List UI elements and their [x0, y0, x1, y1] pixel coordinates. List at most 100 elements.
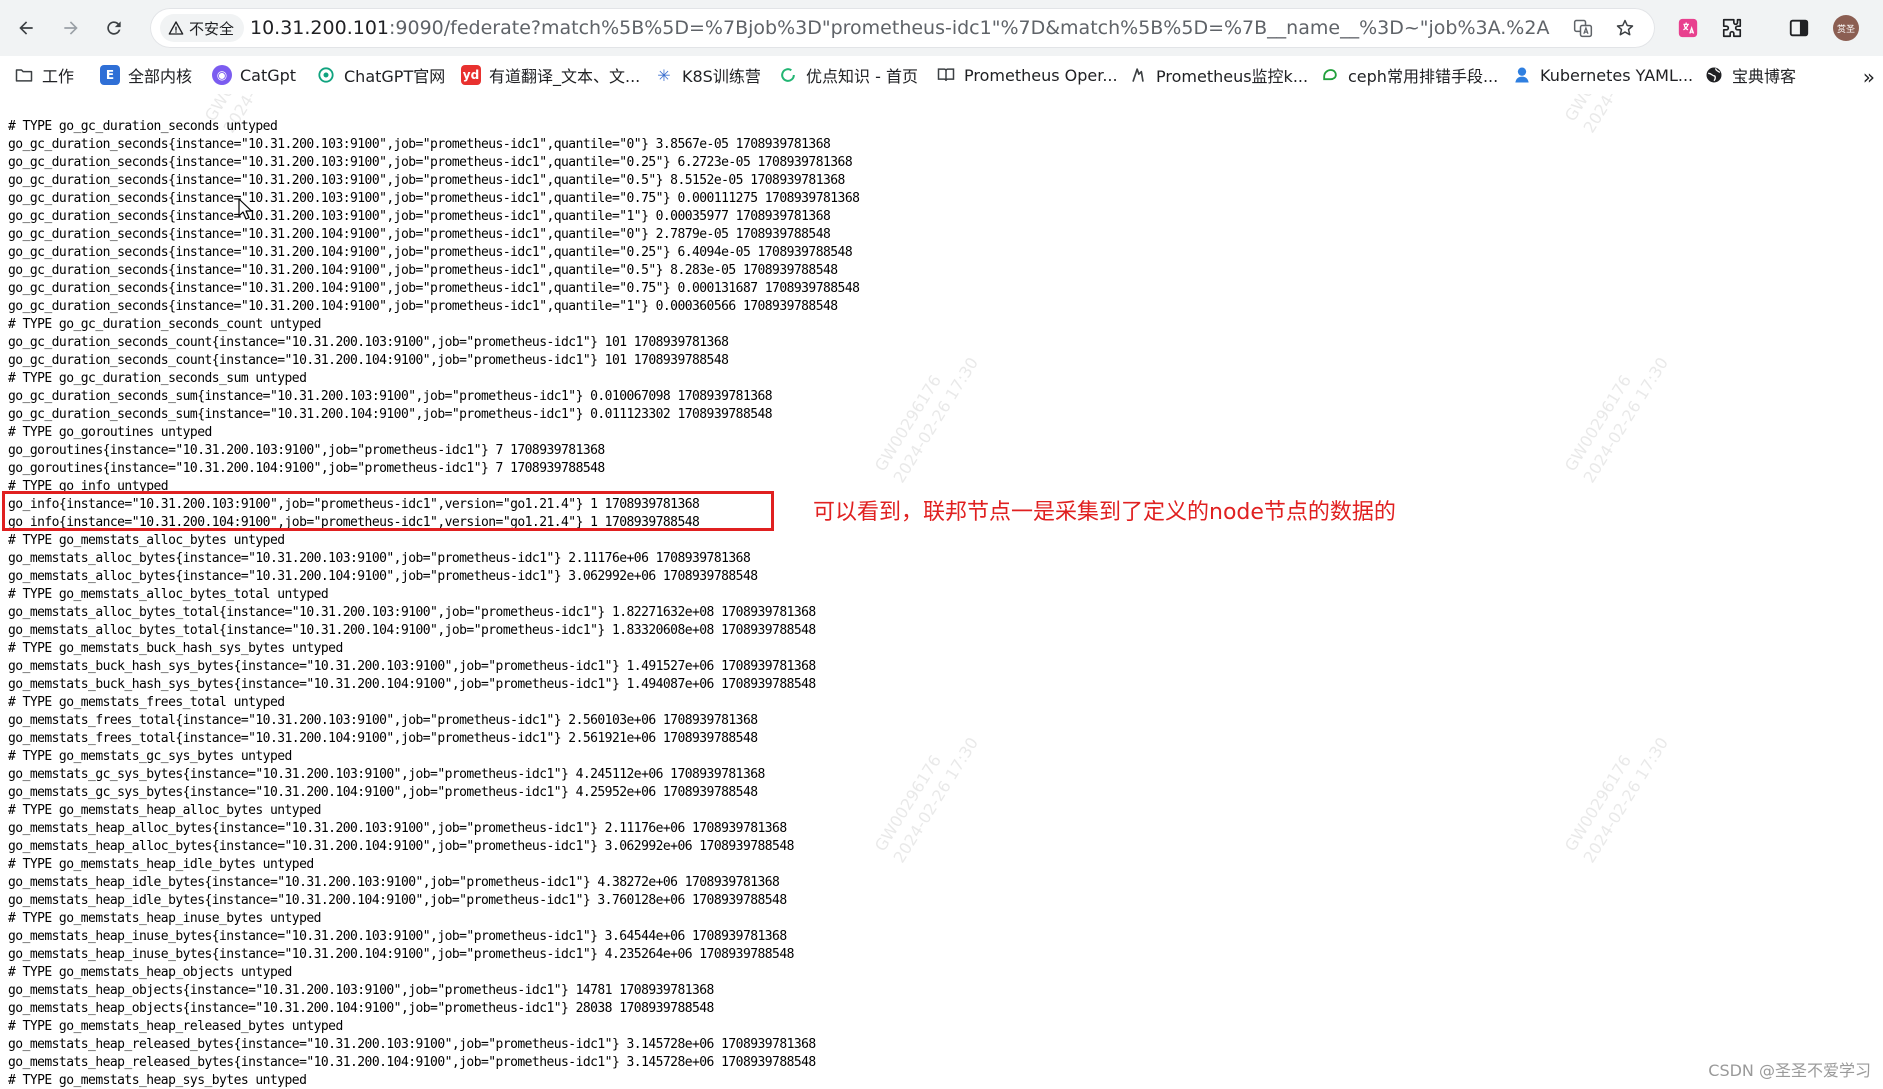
url-host: 10.31.200.101 — [250, 17, 390, 39]
metric-sample-line: go_memstats_alloc_bytes_total{instance="… — [8, 623, 816, 638]
mouse-cursor-icon — [238, 198, 252, 220]
csdn-credit: CSDN @圣圣不爱学习 — [1708, 1061, 1871, 1080]
watermark: GW00296176 2024-02-26 17:30 — [870, 733, 983, 867]
bookmark-label: Prometheus监控k... — [1156, 67, 1309, 86]
metric-sample-line: go_gc_duration_seconds{instance="10.31.2… — [8, 191, 860, 206]
warning-icon — [168, 21, 184, 35]
side-panel-icon — [1789, 19, 1809, 37]
metric-sample-line: go_memstats_heap_idle_bytes{instance="10… — [8, 893, 787, 908]
metric-type-comment: # TYPE go_gc_duration_seconds_count unty… — [8, 317, 321, 332]
bookmark-youdian[interactable]: 优点知识 - 首页 — [778, 63, 918, 87]
bookmark-k8s[interactable]: ✳ K8S训练营 — [654, 63, 761, 87]
metric-sample-line: go_goroutines{instance="10.31.200.103:91… — [8, 443, 605, 458]
extension-button[interactable] — [1672, 12, 1704, 44]
address-bar[interactable]: 不安全 10.31.200.101:9090/federate?match%5B… — [150, 8, 1655, 48]
bookmark-catgpt[interactable]: ◉ CatGpt — [212, 63, 296, 87]
forward-button[interactable] — [55, 12, 87, 44]
catgpt-icon: ◉ — [212, 65, 232, 85]
translate-button[interactable] — [1571, 16, 1595, 40]
extensions-menu-button[interactable] — [1716, 12, 1748, 44]
metric-type-comment: # TYPE go_memstats_alloc_bytes untyped — [8, 533, 285, 548]
bookmark-label: K8S训练营 — [682, 67, 761, 86]
metric-type-comment: # TYPE go_memstats_gc_sys_bytes untyped — [8, 749, 292, 764]
bookmark-label: ChatGPT官网 — [344, 67, 446, 86]
bookmark-label: 工作 — [42, 67, 75, 86]
metric-sample-line: go_gc_duration_seconds{instance="10.31.2… — [8, 245, 853, 260]
security-label: 不安全 — [189, 19, 235, 38]
youdao-icon: yd — [461, 65, 481, 85]
metric-type-comment: # TYPE go_memstats_heap_objects untyped — [8, 965, 292, 980]
back-button[interactable] — [10, 12, 42, 44]
avatar: 赏圣 — [1833, 15, 1859, 41]
metric-type-comment: # TYPE go_memstats_buck_hash_sys_bytes u… — [8, 641, 343, 656]
metric-type-comment: # TYPE go_memstats_heap_sys_bytes untype… — [8, 1073, 307, 1088]
url-text[interactable]: 10.31.200.101:9090/federate?match%5B%5D=… — [250, 8, 1550, 48]
star-icon — [1616, 19, 1634, 36]
metric-sample-line: go_gc_duration_seconds{instance="10.31.2… — [8, 155, 853, 170]
bookmark-prometheus-k8s[interactable]: Prometheus监控k... — [1128, 63, 1308, 87]
metric-sample-line: go_memstats_heap_objects{instance="10.31… — [8, 1001, 714, 1016]
youdian-icon — [778, 65, 798, 85]
bookmark-label: Prometheus Oper... — [964, 65, 1118, 85]
metric-sample-line: go_memstats_heap_released_bytes{instance… — [8, 1055, 816, 1070]
bookmarks-bar: 工作 E 全部内核 ◉ CatGpt ChatGPT官网 yd 有道翻译_文本、… — [0, 56, 1883, 95]
metric-type-comment: # TYPE go_goroutines untyped — [8, 425, 212, 440]
metric-sample-line: go_gc_duration_seconds{instance="10.31.2… — [8, 263, 838, 278]
bookmark-youdao[interactable]: yd 有道翻译_文本、文... — [461, 63, 640, 87]
book-icon — [936, 65, 956, 85]
metric-sample-line: go_memstats_buck_hash_sys_bytes{instance… — [8, 659, 816, 674]
bookmark-label: 宝典博客 — [1732, 67, 1797, 86]
metric-sample-line: go_memstats_alloc_bytes_total{instance="… — [8, 605, 816, 620]
metric-type-comment: # TYPE go_memstats_heap_idle_bytes untyp… — [8, 857, 314, 872]
watermark: GW00296176 2024-02-26 17:30 — [870, 353, 983, 487]
puzzle-icon — [1722, 18, 1742, 38]
ceph-icon — [1320, 65, 1340, 85]
bookmark-kernel[interactable]: E 全部内核 — [100, 63, 192, 87]
prometheus-icon — [1128, 65, 1148, 85]
bookmark-k8s-yaml[interactable]: Kubernetes YAML... — [1512, 63, 1693, 87]
annotation-text: 可以看到，联邦节点一是采集到了定义的node节点的数据的 — [813, 500, 1396, 525]
browser-toolbar: 不安全 10.31.200.101:9090/federate?match%5B… — [0, 0, 1883, 56]
bookmark-blog[interactable]: 宝典博客 — [1704, 63, 1796, 87]
side-panel-button[interactable] — [1783, 12, 1815, 44]
metric-sample-line: go_memstats_buck_hash_sys_bytes{instance… — [8, 677, 816, 692]
k8s-yaml-icon — [1512, 65, 1532, 85]
metric-sample-line: go_gc_duration_seconds_count{instance="1… — [8, 335, 729, 350]
bookmark-work[interactable]: 工作 — [14, 63, 74, 87]
k8s-icon: ✳ — [657, 65, 671, 85]
folder-icon — [14, 65, 34, 85]
metric-type-comment: # TYPE go_memstats_heap_released_bytes u… — [8, 1019, 343, 1034]
url-path: :9090/federate?match%5B%5D=%7Bjob%3D"pro… — [389, 17, 1550, 39]
metric-sample-line: go_gc_duration_seconds{instance="10.31.2… — [8, 299, 838, 314]
metric-sample-line: go_gc_duration_seconds_sum{instance="10.… — [8, 407, 773, 422]
bookmark-prometheus-operator[interactable]: Prometheus Oper... — [936, 63, 1118, 87]
kernel-icon: E — [100, 65, 120, 85]
metric-type-comment: # TYPE go_memstats_frees_total untyped — [8, 695, 285, 710]
metric-sample-line: go_memstats_heap_objects{instance="10.31… — [8, 983, 714, 998]
metric-sample-line: go_memstats_alloc_bytes{instance="10.31.… — [8, 551, 751, 566]
globe-icon — [1704, 65, 1724, 85]
metric-sample-line: go_memstats_heap_alloc_bytes{instance="1… — [8, 839, 794, 854]
security-chip[interactable]: 不安全 — [160, 14, 245, 42]
bookmark-ceph[interactable]: ceph常用排错手段... — [1320, 63, 1498, 87]
bookmark-star-button[interactable] — [1613, 16, 1637, 40]
reload-button[interactable] — [98, 12, 130, 44]
bookmark-chatgpt[interactable]: ChatGPT官网 — [316, 63, 445, 87]
reload-icon — [107, 21, 121, 35]
metric-type-comment: # TYPE go_gc_duration_seconds untyped — [8, 119, 278, 134]
watermark: GW00296176 2024-02-26 17:30 — [1560, 353, 1673, 487]
metric-sample-line: go_memstats_alloc_bytes{instance="10.31.… — [8, 569, 758, 584]
arrow-right-icon — [64, 21, 78, 35]
watermark: GW00296176 2024-02-26 17:30 — [1560, 733, 1673, 867]
watermark: GW00296176 2024-02-26 17:30 — [1560, 94, 1674, 137]
metric-sample-line: go_gc_duration_seconds{instance="10.31.2… — [8, 137, 831, 152]
metric-type-comment: # TYPE go_memstats_alloc_bytes_total unt… — [8, 587, 329, 602]
extension-translate-icon — [1678, 18, 1698, 38]
bookmark-label: Kubernetes YAML... — [1540, 65, 1694, 85]
bookmarks-overflow-button[interactable]: » — [1863, 65, 1875, 89]
page-content: GW00296176 2024-02-26 17:30 GW00296176 2… — [0, 94, 1883, 1089]
metric-sample-line: go_gc_duration_seconds_count{instance="1… — [8, 353, 729, 368]
metric-sample-line: go_gc_duration_seconds_sum{instance="10.… — [8, 389, 773, 404]
profile-button[interactable]: 赏圣 — [1830, 12, 1862, 44]
metric-sample-line: go_memstats_frees_total{instance="10.31.… — [8, 731, 758, 746]
